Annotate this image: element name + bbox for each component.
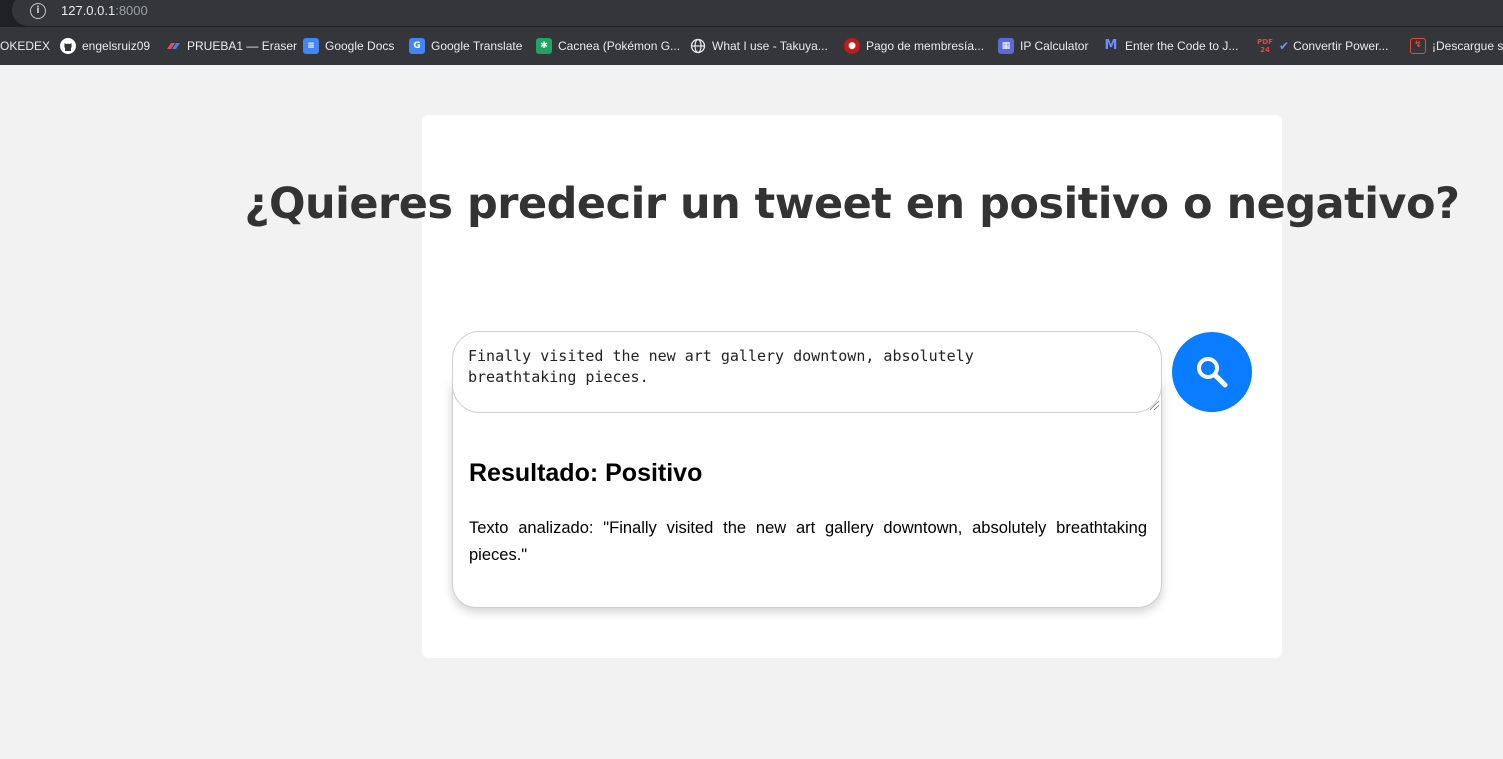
bookmark-membership[interactable]: ● Pago de membresía... <box>844 38 984 54</box>
bookmark-google-docs[interactable]: ≡ Google Docs <box>303 38 394 54</box>
search-button[interactable] <box>1172 332 1252 412</box>
bookmark-descargue[interactable]: ↯ ¡Descargue su <box>1410 38 1503 54</box>
result-heading: Resultado: Positivo <box>469 459 703 487</box>
pdf-icon: PDF 24 <box>1257 38 1273 54</box>
membership-icon: ● <box>844 38 860 54</box>
resize-handle[interactable] <box>1150 401 1159 410</box>
bookmark-google-translate[interactable]: G Google Translate <box>409 38 522 54</box>
site-info-icon[interactable]: i <box>30 3 46 19</box>
bookmark-label: PRUEBA1 — Eraser <box>187 39 298 53</box>
eraser-icon <box>165 38 181 54</box>
github-icon <box>60 38 76 54</box>
bookmark-label: Pago de membresía... <box>866 39 985 53</box>
cacnea-icon: ✱ <box>536 38 552 54</box>
bookmark-convertir[interactable]: PDF 24 ✔ Convertir Power... <box>1257 38 1388 54</box>
ip-calculator-icon: ▦ <box>998 38 1014 54</box>
bookmark-pokedex[interactable]: OKEDEX <box>0 38 50 54</box>
bookmark-label: What I use - Takuya... <box>712 39 828 53</box>
bookmark-enter-code[interactable]: M Enter the Code to J... <box>1103 38 1239 54</box>
download-icon: ↯ <box>1410 38 1426 54</box>
bookmark-label: Google Docs <box>325 39 395 53</box>
translate-icon: G <box>409 38 425 54</box>
docs-icon: ≡ <box>303 38 319 54</box>
result-panel: Resultado: Positivo Texto analizado: "Fi… <box>452 380 1162 608</box>
bookmark-label: Convertir Power... <box>1293 39 1389 53</box>
bookmark-label: OKEDEX <box>0 39 51 53</box>
bookmark-takuya[interactable]: What I use - Takuya... <box>690 38 828 54</box>
url-text[interactable]: 127.0.0.1:8000 <box>61 3 148 18</box>
globe-icon <box>690 38 706 54</box>
analyzed-text: Texto analizado: "Finally visited the ne… <box>469 519 1147 564</box>
url-host: 127.0.0.1 <box>61 3 116 18</box>
check-icon: ✔ <box>1279 39 1290 53</box>
address-bar: i 127.0.0.1:8000 <box>0 0 1503 27</box>
bookmark-label: Enter the Code to J... <box>1125 39 1239 53</box>
bookmark-label: Cacnea (Pokémon G... <box>558 39 681 53</box>
bookmark-label: Google Translate <box>431 39 523 53</box>
page-title: ¿Quieres predecir un tweet en positivo o… <box>244 179 1460 229</box>
bookmark-github[interactable]: engelsruiz09 <box>60 38 150 54</box>
bookmark-cacnea[interactable]: ✱ Cacnea (Pokémon G... <box>536 38 680 54</box>
search-icon <box>1197 357 1228 388</box>
bookmark-label: IP Calculator <box>1020 39 1089 53</box>
bookmark-ip-calculator[interactable]: ▦ IP Calculator <box>998 38 1088 54</box>
bookmarks-bar: OKEDEX engelsruiz09 PRUEBA1 — Eraser ≡ G… <box>0 27 1503 65</box>
bookmark-eraser[interactable]: PRUEBA1 — Eraser <box>165 38 297 54</box>
tweet-input[interactable]: Finally visited the new art gallery down… <box>468 346 1068 406</box>
code-icon: M <box>1104 38 1118 53</box>
tweet-input-container: Finally visited the new art gallery down… <box>452 331 1162 413</box>
bookmark-label: engelsruiz09 <box>82 39 151 53</box>
url-field[interactable] <box>12 0 1503 26</box>
url-port: :8000 <box>115 3 148 18</box>
bookmark-label: ¡Descargue su <box>1432 39 1503 53</box>
